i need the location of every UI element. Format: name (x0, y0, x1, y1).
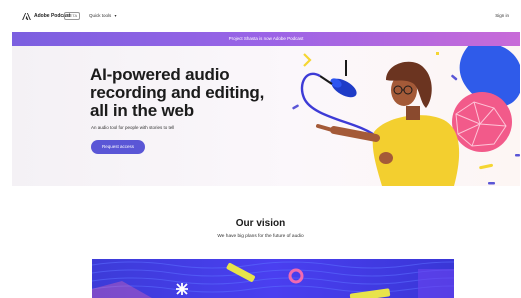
hero-subtitle: An audio tool for people with stories to… (91, 125, 175, 130)
quick-tools-menu[interactable]: Quick tools ▾ (89, 13, 117, 18)
beta-badge: BETA (64, 12, 81, 20)
hero-section: AI-powered audio recording and editing, … (12, 46, 520, 186)
request-access-button[interactable]: Request access (91, 140, 145, 154)
vision-title: Our vision (235, 218, 286, 229)
yellow-zigzag-shape (303, 53, 312, 67)
announcement-banner[interactable]: Project Shasta is now Adobe Podcast (12, 32, 520, 46)
vision-subtitle: We have big plans for the future of audi… (217, 234, 304, 239)
hero-illustration (292, 46, 520, 186)
adobe-logo-icon[interactable] (22, 13, 31, 20)
top-nav: Adobe Podcast BETA Quick tools ▾ Sign in (0, 0, 521, 32)
yellow-bar-shape (479, 163, 493, 170)
hero-title-line-2: recording and editing, (90, 83, 265, 102)
sign-in-link[interactable]: Sign in (495, 13, 509, 18)
chevron-down-icon: ▾ (114, 13, 117, 18)
vision-banner-image (92, 259, 454, 298)
banner-text: Project Shasta is now Adobe Podcast (228, 36, 304, 41)
hero-title-line-3: all in the web (90, 101, 194, 120)
vision-pattern-shape (92, 261, 454, 298)
person-body-shape (372, 115, 460, 186)
microphone-icon (319, 60, 357, 98)
quick-tools-label: Quick tools (89, 13, 112, 18)
hero-title: AI-powered audio recording and editing, … (90, 66, 280, 120)
hero-title-line-1: AI-powered audio (90, 65, 230, 84)
